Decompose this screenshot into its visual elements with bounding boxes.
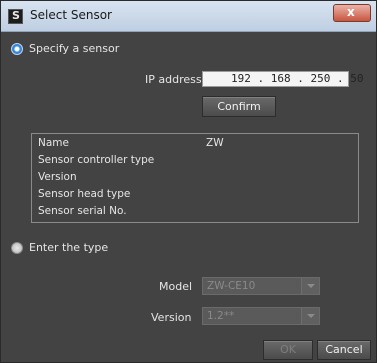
version-value: 1.2** <box>207 310 235 322</box>
ok-button[interactable]: OK <box>263 340 313 360</box>
info-label-serial-no: Sensor serial No. <box>38 205 127 217</box>
info-label-controller-type: Sensor controller type <box>38 154 155 166</box>
title-bar[interactable]: Select Sensor x <box>1 1 376 32</box>
specify-sensor-radio[interactable] <box>11 43 23 55</box>
info-label-version: Version <box>38 171 77 183</box>
window-title: Select Sensor <box>30 8 112 22</box>
close-icon: x <box>347 5 355 19</box>
chevron-down-icon <box>301 278 319 294</box>
info-label-head-type: Sensor head type <box>38 188 131 200</box>
model-label: Model <box>159 280 193 293</box>
enter-type-label: Enter the type <box>29 241 109 254</box>
ip-address-input[interactable]: 192 . 168 . 250 . 50 <box>202 71 363 87</box>
version-select[interactable]: 1.2** <box>202 307 320 325</box>
sensor-app-icon <box>8 9 23 24</box>
confirm-button[interactable]: Confirm <box>202 96 276 117</box>
enter-type-radio[interactable] <box>11 242 23 254</box>
close-button[interactable]: x <box>333 4 371 22</box>
select-sensor-dialog: Select Sensor x Specify a sensor IP addr… <box>0 0 377 363</box>
model-value: ZW-CE10 <box>207 280 256 292</box>
specify-sensor-label: Specify a sensor <box>29 42 120 55</box>
sensor-info-panel: Name ZW Sensor controller type Version S… <box>31 133 359 223</box>
ip-address-label: IP address <box>145 73 202 86</box>
chevron-down-icon <box>301 308 319 324</box>
version-label: Version <box>151 311 192 324</box>
cancel-button[interactable]: Cancel <box>317 340 371 360</box>
info-label-name: Name <box>38 137 69 149</box>
model-select[interactable]: ZW-CE10 <box>202 277 320 295</box>
info-value-name: ZW <box>206 137 224 149</box>
